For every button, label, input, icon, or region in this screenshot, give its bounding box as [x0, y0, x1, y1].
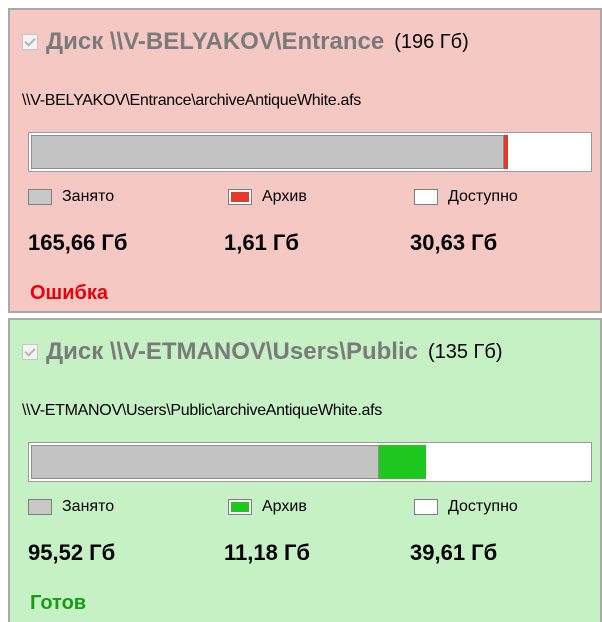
archive-path: \\V-BELYAKOV\Entrance\archiveAntiqueWhit… — [22, 92, 361, 109]
free-value: 39,61 Гб — [410, 540, 498, 565]
legend-free-label: Доступно — [448, 188, 518, 205]
disk-checkbox[interactable] — [22, 344, 38, 360]
status-text: Ошибка — [30, 282, 109, 304]
disk-size: (135 Гб) — [427, 340, 503, 363]
disk-title: Диск \\V-ETMANOV\Users\Public — [46, 338, 418, 365]
used-segment — [31, 445, 379, 479]
legend-used: Занято — [28, 188, 114, 206]
legend-free-label: Доступно — [448, 498, 518, 515]
legend-used-label: Занято — [62, 188, 115, 205]
disk-panel-1: Диск \\V-BELYAKOV\Entrance (196 Гб) \\V-… — [8, 8, 602, 313]
free-value: 30,63 Гб — [410, 230, 498, 255]
used-swatch — [28, 499, 52, 515]
archive-value: 1,61 Гб — [224, 230, 299, 255]
used-segment — [31, 135, 504, 169]
disk-header[interactable]: Диск \\V-ETMANOV\Users\Public (135 Гб) — [22, 334, 502, 370]
usage-bar — [28, 132, 592, 172]
disk-checkbox[interactable] — [22, 34, 38, 50]
legend-archive-label: Архив — [262, 188, 307, 205]
legend-archive-label: Архив — [262, 498, 307, 515]
usage-bar — [28, 442, 592, 482]
archive-segment — [504, 135, 508, 169]
archive-swatch — [228, 499, 252, 515]
status-text: Готов — [30, 592, 87, 614]
disk-header[interactable]: Диск \\V-BELYAKOV\Entrance (196 Гб) — [22, 24, 469, 60]
legend-archive: Архив — [228, 498, 307, 516]
archive-path: \\V-ETMANOV\Users\Public\archiveAntiqueW… — [22, 402, 382, 419]
legend-free: Доступно — [414, 188, 518, 206]
used-swatch — [28, 189, 52, 205]
legend-free: Доступно — [414, 498, 518, 516]
disk-panel-2: Диск \\V-ETMANOV\Users\Public (135 Гб) \… — [8, 318, 602, 622]
free-swatch — [414, 189, 438, 205]
disk-title: Диск \\V-BELYAKOV\Entrance — [46, 28, 385, 55]
used-value: 95,52 Гб — [28, 540, 116, 565]
archive-swatch — [228, 189, 252, 205]
archive-segment — [379, 445, 426, 479]
archive-value: 11,18 Гб — [224, 540, 311, 565]
used-value: 165,66 Гб — [28, 230, 128, 255]
disk-size: (196 Гб) — [394, 30, 469, 53]
legend-used-label: Занято — [62, 498, 115, 515]
legend-archive: Архив — [228, 188, 307, 206]
legend-used: Занято — [28, 498, 114, 516]
free-swatch — [414, 499, 438, 515]
